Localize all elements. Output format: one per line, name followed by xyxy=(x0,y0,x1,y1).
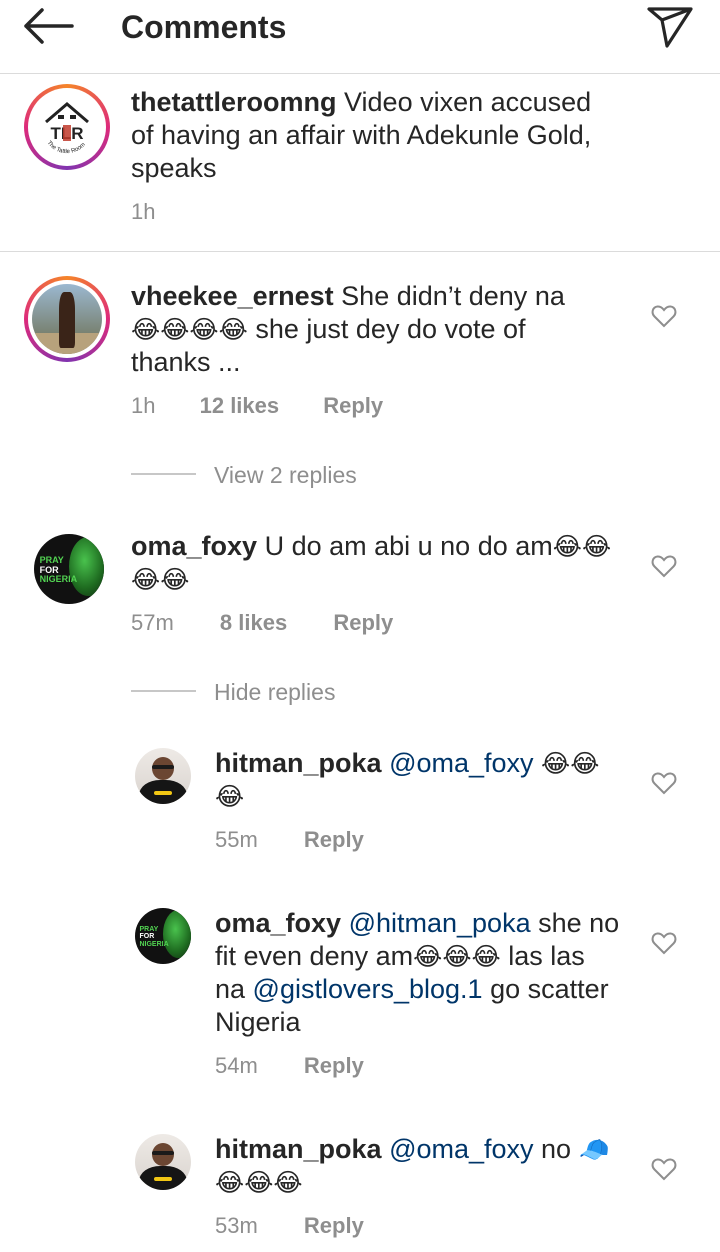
mention-link[interactable]: @hitman_poka xyxy=(349,908,531,938)
reply-button[interactable]: Reply xyxy=(323,393,383,419)
reply-time: 54m xyxy=(215,1053,258,1078)
arrow-left-icon[interactable] xyxy=(18,4,78,48)
commenter-avatar[interactable] xyxy=(24,276,110,362)
mention-link[interactable]: @oma_foxy xyxy=(389,748,533,778)
reply-button[interactable]: Reply xyxy=(304,827,364,853)
commenter-avatar[interactable]: PRAY FOR NIGERIA xyxy=(34,534,104,604)
comment-username[interactable]: vheekee_ernest xyxy=(131,281,334,311)
reply-text: hitman_poka @oma_foxy 😂😂 😂 xyxy=(215,748,600,811)
reply-username[interactable]: oma_foxy xyxy=(215,908,341,938)
reply-username[interactable]: hitman_poka xyxy=(215,1134,382,1164)
comment-likes[interactable]: 12 likes xyxy=(200,393,280,419)
reply-meta: 55m Reply xyxy=(215,827,364,853)
reply-time: 53m xyxy=(215,1213,258,1238)
reply-meta: 54m Reply xyxy=(215,1053,364,1079)
thread-divider xyxy=(131,473,196,475)
reply-button[interactable]: Reply xyxy=(304,1213,364,1239)
reply-text: oma_foxy @hitman_poka she no fit even de… xyxy=(215,908,620,1037)
reply-username[interactable]: hitman_poka xyxy=(215,748,382,778)
comment-meta: 57m 8 likes Reply xyxy=(131,610,393,636)
hide-replies-button[interactable]: Hide replies xyxy=(214,678,335,706)
mention-link[interactable]: @gistlovers_blog.1 xyxy=(253,974,483,1004)
caption-username[interactable]: thetattleroomng xyxy=(131,87,337,117)
like-heart-icon[interactable] xyxy=(651,304,677,328)
replier-avatar[interactable] xyxy=(135,748,191,804)
comment-text: oma_foxy U do am abi u no do am😂😂 😂😂 xyxy=(131,531,612,594)
like-heart-icon[interactable] xyxy=(651,554,677,578)
like-heart-icon[interactable] xyxy=(651,1157,677,1181)
caption-time: 1h xyxy=(131,199,156,224)
comment-time: 1h xyxy=(131,393,156,418)
reply-text: hitman_poka @oma_foxy no 🧢 😂😂😂 xyxy=(215,1134,610,1197)
mention-link[interactable]: @oma_foxy xyxy=(389,1134,533,1164)
reply-meta: 53m Reply xyxy=(215,1213,364,1239)
comment-text: vheekee_ernest She didn’t deny na 😂😂😂😂 s… xyxy=(131,281,565,377)
caption-avatar[interactable]: TLR The Tattle Room xyxy=(24,84,110,170)
cap-icon: 🧢 xyxy=(578,1135,610,1164)
replier-avatar[interactable]: PRAY FOR NIGERIA xyxy=(135,908,191,964)
header-bar: Comments xyxy=(0,0,720,74)
comment-meta: 1h 12 likes Reply xyxy=(131,393,383,419)
replier-avatar[interactable] xyxy=(135,1134,191,1190)
comment-time: 57m xyxy=(131,610,174,635)
thread-divider xyxy=(131,690,196,692)
reply-time: 55m xyxy=(215,827,258,852)
reply-button[interactable]: Reply xyxy=(304,1053,364,1079)
tattle-room-logo-icon: TLR The Tattle Room xyxy=(45,102,89,155)
paper-plane-icon[interactable] xyxy=(646,4,694,48)
like-heart-icon[interactable] xyxy=(651,931,677,955)
view-replies-button[interactable]: View 2 replies xyxy=(214,461,357,489)
comment-likes[interactable]: 8 likes xyxy=(220,610,287,636)
reply-button[interactable]: Reply xyxy=(333,610,393,636)
post-caption: TLR The Tattle Room thetattleroomng Vide… xyxy=(0,74,720,252)
like-heart-icon[interactable] xyxy=(651,771,677,795)
caption-text: thetattleroomng Video vixen accused of h… xyxy=(131,87,592,183)
page-title: Comments xyxy=(121,9,287,45)
comment-username[interactable]: oma_foxy xyxy=(131,531,257,561)
